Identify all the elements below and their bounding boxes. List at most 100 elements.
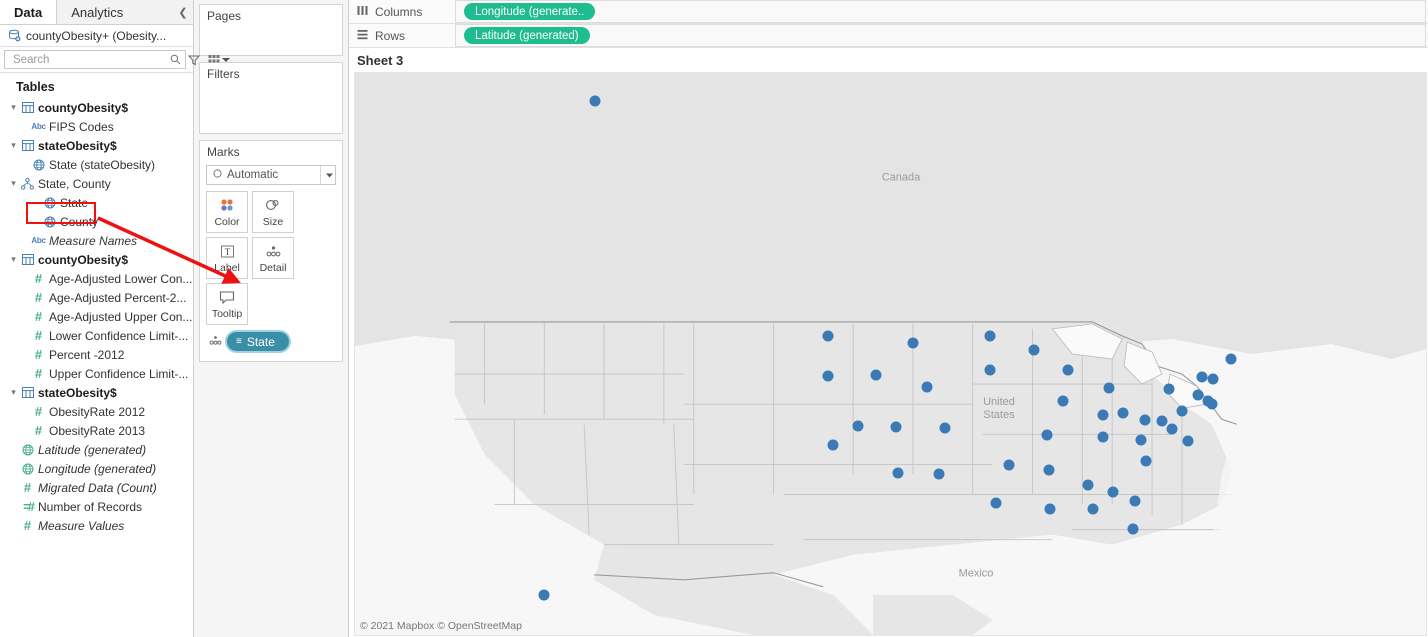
color-button[interactable]: Color — [206, 191, 248, 233]
tree-item-obesityrate-2012[interactable]: #ObesityRate 2012 — [0, 402, 193, 421]
rows-pill-latitude[interactable]: Latitude (generated) — [464, 27, 590, 44]
tree-item-age-adjusted-percent-2[interactable]: #Age-Adjusted Percent-2... — [0, 288, 193, 307]
tree-item-stateobesity[interactable]: ▾stateObesity$ — [0, 383, 193, 402]
map-mark[interactable] — [1045, 504, 1056, 515]
rows-drop-zone[interactable]: Latitude (generated) — [455, 24, 1426, 47]
map-mark[interactable] — [1164, 384, 1175, 395]
tree-item-county[interactable]: County — [0, 212, 193, 231]
label-button[interactable]: T Label — [206, 237, 248, 279]
tree-item-state-county[interactable]: ▾State, County — [0, 174, 193, 193]
tree-item-migrated-data-count[interactable]: #Migrated Data (Count) — [0, 478, 193, 497]
map-mark[interactable] — [1136, 435, 1147, 446]
map-mark[interactable] — [1141, 456, 1152, 467]
map-mark[interactable] — [828, 440, 839, 451]
map-mark[interactable] — [1183, 436, 1194, 447]
map-mark[interactable] — [1042, 430, 1053, 441]
tree-item-state[interactable]: State — [0, 193, 193, 212]
size-button[interactable]: Size — [252, 191, 294, 233]
chevron-down-icon[interactable]: ▾ — [8, 140, 19, 151]
search-input[interactable] — [11, 53, 169, 67]
map-mark[interactable] — [1118, 408, 1129, 419]
map-mark[interactable] — [893, 468, 904, 479]
map-mark[interactable] — [1104, 383, 1115, 394]
detail-pill-state[interactable]: ≡ State — [227, 332, 289, 351]
chevron-down-icon[interactable]: ▾ — [8, 254, 19, 265]
tree-item-percent-2012[interactable]: #Percent -2012 — [0, 345, 193, 364]
map-mark[interactable] — [1197, 372, 1208, 383]
hash-icon: # — [30, 328, 47, 343]
tree-item-measure-names[interactable]: AbcMeasure Names — [0, 231, 193, 250]
map-mark[interactable] — [891, 422, 902, 433]
map-mark[interactable] — [871, 370, 882, 381]
chevron-down-icon[interactable]: ▾ — [8, 387, 19, 398]
tab-data[interactable]: Data — [0, 0, 57, 24]
map-mark[interactable] — [985, 331, 996, 342]
map-mark[interactable] — [1108, 487, 1119, 498]
map-mark[interactable] — [922, 382, 933, 393]
tree-item-label: ObesityRate 2013 — [49, 424, 145, 438]
filter-icon[interactable] — [188, 50, 200, 69]
tab-analytics[interactable]: Analytics — [57, 0, 137, 24]
map-mark[interactable] — [1098, 432, 1109, 443]
map-mark[interactable] — [1088, 504, 1099, 515]
map-mark[interactable] — [991, 498, 1002, 509]
tree-item-fips-codes[interactable]: AbcFIPS Codes — [0, 117, 193, 136]
tree-item-lower-confidence-limit[interactable]: #Lower Confidence Limit-... — [0, 326, 193, 345]
map-mark[interactable] — [1167, 424, 1178, 435]
map-mark[interactable] — [985, 365, 996, 376]
map-mark[interactable] — [853, 421, 864, 432]
detail-button[interactable]: Detail — [252, 237, 294, 279]
map-mark[interactable] — [590, 96, 601, 107]
columns-pill-longitude[interactable]: Longitude (generate.. — [464, 3, 595, 20]
mark-type-dropdown[interactable]: Automatic — [206, 165, 336, 185]
group-by-icon[interactable] — [208, 50, 220, 69]
map-mark[interactable] — [1058, 396, 1069, 407]
map-mark[interactable] — [1083, 480, 1094, 491]
map-mark[interactable] — [1044, 465, 1055, 476]
map-mark[interactable] — [1029, 345, 1040, 356]
map-mark[interactable] — [1128, 524, 1139, 535]
map-mark[interactable] — [1063, 365, 1074, 376]
map-mark[interactable] — [1207, 399, 1218, 410]
chevron-down-icon[interactable] — [320, 166, 333, 184]
map-mark[interactable] — [908, 338, 919, 349]
tree-item-label: stateObesity$ — [38, 139, 117, 153]
data-source-item[interactable]: countyObesity+ (Obesity... — [0, 25, 193, 47]
map-mark[interactable] — [1208, 374, 1219, 385]
search-icon[interactable] — [169, 50, 182, 69]
map-mark[interactable] — [823, 371, 834, 382]
tree-item-countyobesity[interactable]: ▾countyObesity$ — [0, 98, 193, 117]
tree-item-age-adjusted-upper-con[interactable]: #Age-Adjusted Upper Con... — [0, 307, 193, 326]
chevron-left-icon[interactable]: ❮ — [173, 0, 193, 24]
search-box[interactable] — [4, 50, 186, 69]
map-canvas[interactable]: CanadaUnited StatesMexico © 2021 Mapbox … — [354, 72, 1427, 636]
tree-item-obesityrate-2013[interactable]: #ObesityRate 2013 — [0, 421, 193, 440]
tree-item-age-adjusted-lower-con[interactable]: #Age-Adjusted Lower Con... — [0, 269, 193, 288]
map-mark[interactable] — [1140, 415, 1151, 426]
map-mark[interactable] — [940, 423, 951, 434]
tree-item-upper-confidence-limit[interactable]: #Upper Confidence Limit-... — [0, 364, 193, 383]
chevron-down-icon[interactable]: ▾ — [8, 178, 19, 189]
tree-item-latitude-generated[interactable]: Latitude (generated) — [0, 440, 193, 459]
tree-item-state-stateobesity[interactable]: State (stateObesity) — [0, 155, 193, 174]
map-mark[interactable] — [539, 590, 550, 601]
tree-item-number-of-records[interactable]: =#Number of Records — [0, 497, 193, 516]
map-mark[interactable] — [1098, 410, 1109, 421]
chevron-down-icon[interactable]: ▾ — [8, 102, 19, 113]
tree-item-measure-values[interactable]: #Measure Values — [0, 516, 193, 535]
map-mark[interactable] — [1157, 416, 1168, 427]
tree-item-longitude-generated[interactable]: Longitude (generated) — [0, 459, 193, 478]
map-mark[interactable] — [1130, 496, 1141, 507]
columns-drop-zone[interactable]: Longitude (generate.. — [455, 0, 1426, 23]
tooltip-button[interactable]: Tooltip — [206, 283, 248, 325]
tree-item-countyobesity[interactable]: ▾countyObesity$ — [0, 250, 193, 269]
map-mark[interactable] — [823, 331, 834, 342]
tree-item-label: Lower Confidence Limit-... — [49, 329, 188, 343]
filters-drop-zone[interactable] — [200, 83, 342, 133]
tree-item-stateobesity[interactable]: ▾ stateObesity$ — [0, 136, 193, 155]
map-mark[interactable] — [1004, 460, 1015, 471]
map-mark[interactable] — [934, 469, 945, 480]
map-mark[interactable] — [1226, 354, 1237, 365]
map-mark[interactable] — [1177, 406, 1188, 417]
chevron-down-icon[interactable] — [222, 50, 230, 69]
